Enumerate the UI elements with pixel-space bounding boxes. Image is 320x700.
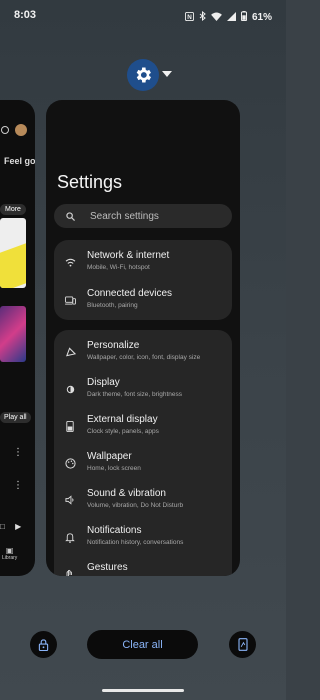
status-time: 8:03 [14,9,37,21]
devices-icon [64,294,76,306]
signal-icon [226,8,236,26]
stop-icon: □ [0,522,5,531]
status-icons: N 61% [184,8,272,26]
item-subtitle: Mobile, Wi-Fi, hotspot [87,264,150,271]
item-title: Connected devices [87,288,173,299]
item-title: Wallpaper [87,451,132,462]
library-icon: ▣ [5,546,14,555]
chevron-down-icon[interactable] [162,70,172,78]
bell-icon [64,531,76,543]
item-subtitle: Notification history, conversations [87,539,184,546]
svg-text:N: N [187,14,192,21]
item-title: External display [87,414,158,425]
search-icon [1,126,9,134]
search-placeholder: Search settings [90,210,159,222]
item-title: Sound & vibration [87,488,166,499]
play-icon: ▶ [15,522,22,531]
display-icon [64,383,76,395]
lock-app-button[interactable] [30,631,57,658]
previous-app-card[interactable]: Feel goo More Play all ⋮ ⋮ □ ▶ ▣ Library [0,100,35,576]
library-tab: ▣ Library [2,546,17,561]
palette-icon [64,457,76,469]
volume-icon [64,494,76,506]
nfc-icon: N [184,8,194,26]
search-bar[interactable]: Search settings [54,204,232,228]
personalize-icon [64,346,76,358]
wifi-icon [211,8,222,26]
settings-item-personalize[interactable]: Personalize Wallpaper, color, icon, font… [54,334,232,370]
screenshot-button[interactable] [229,631,256,658]
status-bar: 8:03 N 61% [0,0,286,30]
clear-all-button[interactable]: Clear all [87,630,198,659]
bluetooth-icon [199,8,206,26]
item-subtitle: Clock style, panels, apps [87,428,159,435]
page-title: Settings [57,172,123,192]
item-subtitle: Volume, vibration, Do Not Disturb [87,502,184,509]
settings-item-notifications[interactable]: Notifications Notification history, conv… [54,519,232,555]
settings-item-gestures[interactable]: Gestures [54,556,232,576]
wifi-icon [64,256,76,268]
item-title: Notifications [87,525,142,536]
settings-item-wallpaper[interactable]: Wallpaper Home, lock screen [54,445,232,481]
external-display-icon [64,420,76,432]
gestures-icon [64,568,76,576]
item-subtitle: Wallpaper, color, icon, font, display si… [87,354,201,361]
search-icon [66,211,82,221]
settings-group-connectivity: Network & internet Mobile, Wi-Fi, hotspo… [54,240,232,320]
lock-icon [38,638,49,651]
item-title: Gestures [87,562,128,573]
settings-item-sound[interactable]: Sound & vibration Volume, vibration, Do … [54,482,232,518]
settings-app-icon[interactable] [127,59,159,91]
album-art-2 [0,306,26,362]
item-subtitle: Home, lock screen [87,465,141,472]
album-art-1 [0,218,26,288]
recents-screen: 8:03 N 61% Feel go More Play all ⋮ ⋮ □ ▶… [0,0,286,700]
item-title: Display [87,377,120,388]
item-subtitle: Bluetooth, pairing [87,302,138,309]
more-vert-icon: ⋮ [13,480,23,491]
more-vert-icon: ⋮ [13,447,23,458]
item-subtitle: Dark theme, font size, brightness [87,391,183,398]
settings-item-network[interactable]: Network & internet Mobile, Wi-Fi, hotspo… [54,244,232,280]
settings-item-connected-devices[interactable]: Connected devices Bluetooth, pairing [54,282,232,318]
library-label: Library [2,555,18,561]
settings-item-external-display[interactable]: External display Clock style, panels, ap… [54,408,232,444]
peek-title: Feel goo [4,156,35,166]
battery-percentage: 61% [251,11,272,23]
settings-group-device: Personalize Wallpaper, color, icon, font… [54,330,232,576]
item-title: Personalize [87,340,140,351]
settings-gear-icon [136,67,151,83]
gesture-nav-handle[interactable] [102,689,184,692]
screenshot-icon [237,638,248,651]
avatar [15,124,27,136]
more-button: More [0,204,26,215]
settings-item-display[interactable]: Display Dark theme, font size, brightnes… [54,371,232,407]
player-controls: □ ▶ [0,522,30,531]
settings-app-card[interactable]: Settings Search settings Network & inter… [46,100,240,576]
item-title: Network & internet [87,250,170,261]
battery-icon [240,8,247,26]
play-all-button: Play all [0,412,31,423]
